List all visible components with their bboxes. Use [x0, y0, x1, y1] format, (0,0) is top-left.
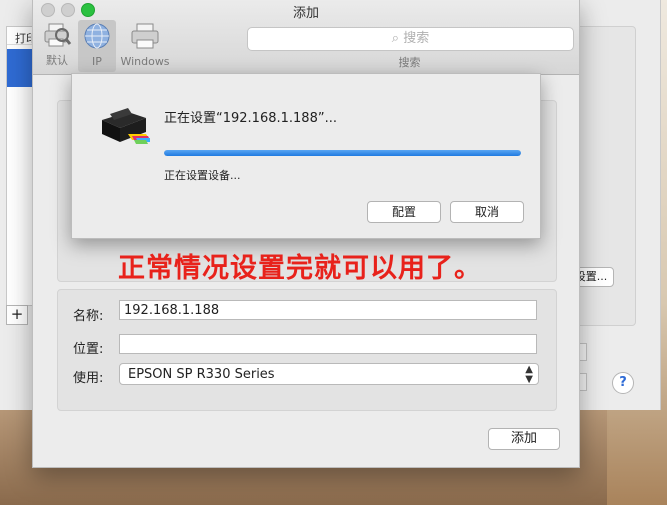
- select-arrows-icon: ▲ ▼: [525, 364, 533, 385]
- name-label: 名称:: [73, 309, 104, 324]
- default-printer-icon: [44, 23, 72, 47]
- sheet-title: 正在设置“192.168.1.188”...: [164, 111, 337, 126]
- toolbar-ip-tab[interactable]: IP: [78, 20, 116, 72]
- epson-printer-icon: [102, 108, 150, 144]
- help-button[interactable]: ?: [612, 372, 634, 394]
- use-label: 使用:: [73, 371, 104, 386]
- name-field[interactable]: 192.168.1.188: [119, 300, 537, 320]
- add-printer-button[interactable]: +: [6, 305, 28, 325]
- toolbar-windows-tab[interactable]: Windows: [119, 20, 171, 72]
- setup-progress-sheet: 正在设置“192.168.1.188”... 正在设置设备... 配置 取消: [71, 73, 541, 239]
- cancel-button[interactable]: 取消: [450, 201, 524, 223]
- driver-select[interactable]: EPSON SP R330 Series ▲ ▼: [119, 363, 539, 385]
- ip-globe-icon: [84, 23, 110, 49]
- search-placeholder: 搜索: [403, 31, 430, 46]
- search-input[interactable]: ⌕ 搜索: [247, 27, 574, 51]
- window-toolbar: 添加 默认 IP Windows ⌕ 搜索 搜索: [33, 0, 579, 75]
- search-icon: ⌕: [391, 31, 404, 46]
- location-label: 位置:: [73, 342, 104, 357]
- progress-fill: [164, 150, 521, 156]
- driver-select-value: EPSON SP R330 Series: [128, 367, 275, 382]
- search-caption: 搜索: [398, 56, 421, 69]
- toolbar-default-label: 默认: [46, 54, 68, 67]
- toolbar-default-tab[interactable]: 默认: [39, 20, 75, 72]
- sheet-status: 正在设置设备...: [164, 169, 241, 182]
- location-field[interactable]: [119, 334, 537, 354]
- annotation-text: 正常情况设置完就可以用了。: [118, 253, 482, 284]
- progress-bar: [164, 150, 521, 156]
- window-title: 添加: [292, 6, 319, 21]
- configure-button[interactable]: 配置: [367, 201, 441, 223]
- windows-printer-icon: [131, 23, 159, 49]
- add-button[interactable]: 添加: [488, 428, 560, 450]
- toolbar-windows-label: Windows: [120, 55, 170, 68]
- toolbar-ip-label: IP: [92, 55, 102, 68]
